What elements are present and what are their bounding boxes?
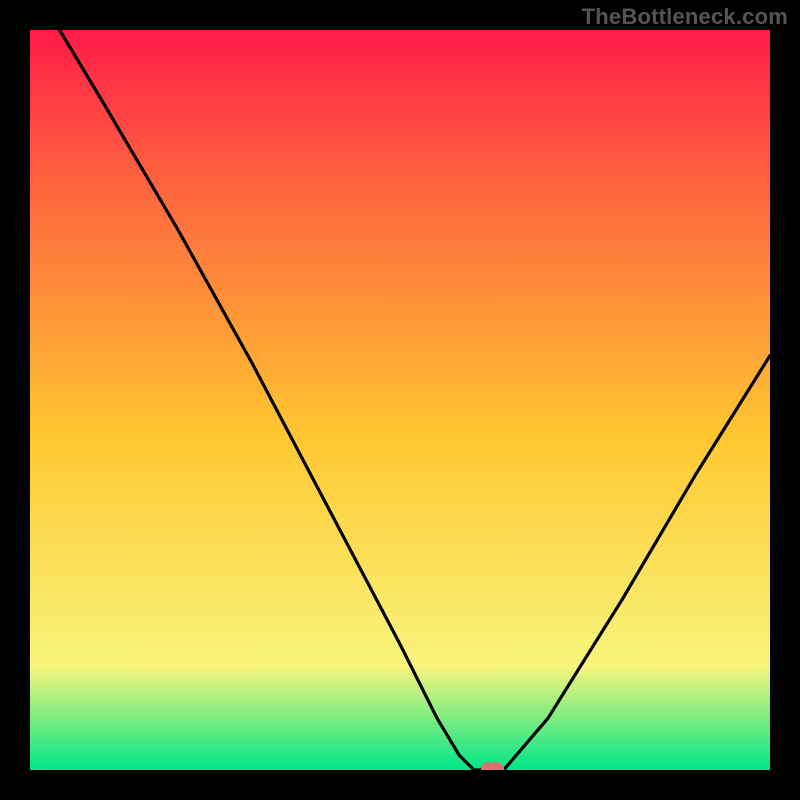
gradient-background — [30, 30, 770, 770]
bottleneck-chart — [0, 0, 800, 800]
chart-stage: TheBottleneck.com — [0, 0, 800, 800]
frame-right — [770, 0, 800, 800]
frame-left — [0, 0, 30, 800]
watermark-text: TheBottleneck.com — [582, 4, 788, 30]
frame-bottom — [0, 770, 800, 800]
